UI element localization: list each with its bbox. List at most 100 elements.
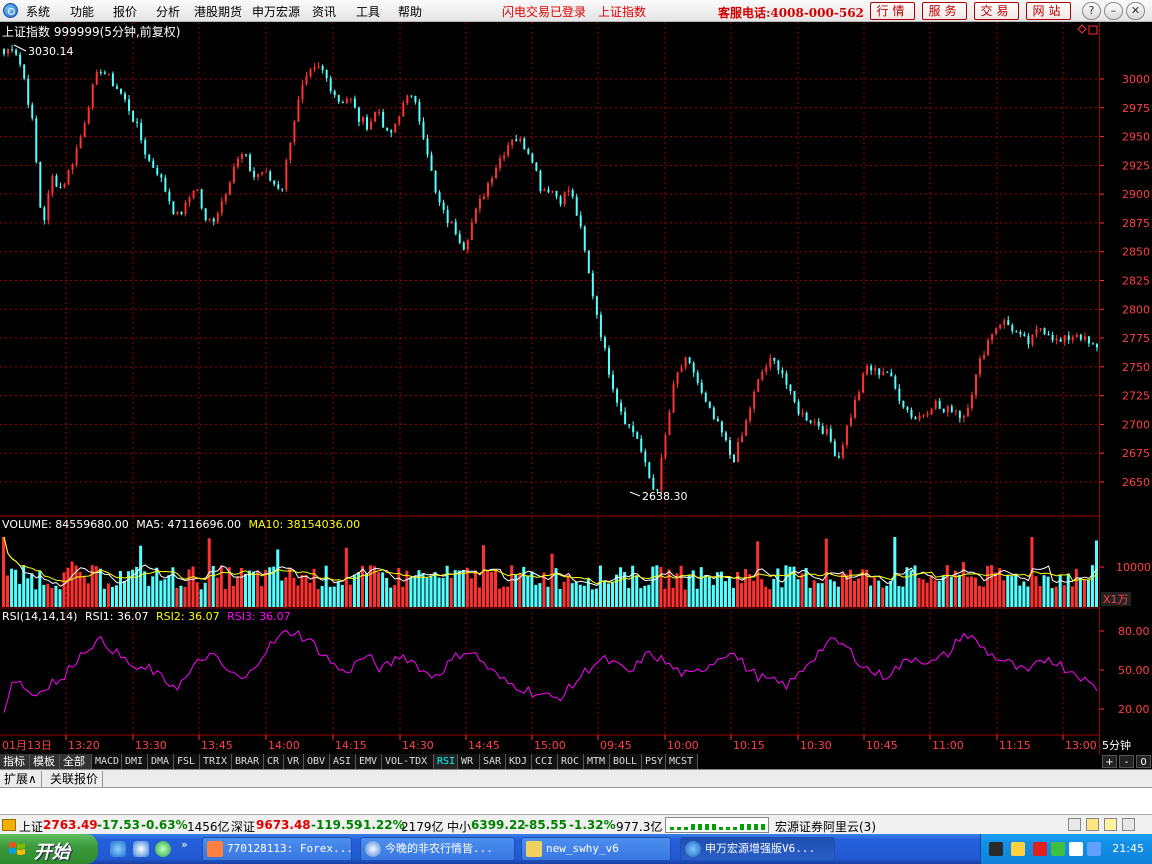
tab-related-quotes[interactable]: 关联报价	[46, 771, 104, 787]
candle-body	[370, 121, 373, 130]
panel-remove-button[interactable]: -	[1119, 755, 1134, 768]
menu-tools[interactable]: 工具	[356, 3, 380, 20]
indicator-tab[interactable]: BOLL	[610, 754, 642, 769]
indicator-tab[interactable]: RSI	[434, 754, 458, 769]
service-button[interactable]: 服务	[922, 2, 967, 20]
message-icon[interactable]	[1068, 818, 1081, 831]
menu-function[interactable]: 功能	[70, 3, 94, 20]
indicator-tab[interactable]: OBV	[304, 754, 330, 769]
volume-bar	[62, 572, 66, 607]
candle-body	[882, 371, 885, 375]
menu-news[interactable]: 资讯	[312, 3, 336, 20]
candle-body	[595, 296, 598, 315]
volume-bar	[292, 577, 296, 607]
indicator-tab[interactable]: VR	[284, 754, 304, 769]
volume-bar	[336, 581, 340, 607]
indicator-tab[interactable]: PSY	[642, 754, 666, 769]
clock[interactable]: 21:45	[1112, 842, 1144, 855]
candle-body	[616, 389, 619, 403]
volume-bar	[1042, 575, 1046, 607]
chrome-icon[interactable]	[155, 841, 171, 857]
time-axis: 01月13日 13:20 13:30 13:45 14:00 14:15 14:30 14:4…	[2, 735, 1097, 752]
indicator-tab[interactable]: 模板	[30, 754, 60, 769]
indicator-tab[interactable]: KDJ	[506, 754, 532, 769]
panel-reset-button[interactable]: 0	[1136, 755, 1151, 768]
tab-extend[interactable]: 扩展∧	[0, 771, 42, 787]
candle-body	[708, 401, 711, 408]
tray-shield-icon[interactable]	[1011, 842, 1025, 856]
candle-body	[249, 154, 252, 171]
start-button[interactable]: 开始	[0, 834, 98, 864]
trade-button[interactable]: 交易	[974, 2, 1019, 20]
indicator-tab[interactable]: SAR	[480, 754, 506, 769]
rsi-line	[3, 629, 1098, 713]
tray-plus-icon[interactable]	[1033, 842, 1047, 856]
indicator-tab[interactable]: WR	[458, 754, 480, 769]
indicator-tab[interactable]: ASI	[330, 754, 356, 769]
index-name-link[interactable]: 上证指数	[598, 3, 646, 20]
close-icon[interactable]: ✕	[1126, 2, 1145, 20]
indicator-tab[interactable]: VOL-TDX	[382, 754, 434, 769]
settings-icon[interactable]	[1122, 818, 1135, 831]
connection-signal-icon[interactable]	[665, 817, 769, 833]
tray-network-icon[interactable]	[1051, 842, 1065, 856]
index-icon[interactable]	[2, 819, 16, 831]
candle-body	[599, 314, 602, 338]
website-button[interactable]: 网站	[1026, 2, 1071, 20]
volume-bar	[352, 575, 356, 607]
indicator-tab[interactable]: MACD	[92, 754, 122, 769]
indicator-tab[interactable]: 全部	[60, 754, 92, 769]
menu-quote[interactable]: 报价	[113, 3, 137, 20]
tray-bluetooth-icon[interactable]	[1087, 842, 1101, 856]
volume-bar	[453, 570, 457, 607]
app-logo-icon[interactable]	[3, 3, 18, 18]
indicator-tab[interactable]: EMV	[356, 754, 382, 769]
candle-body	[337, 95, 340, 103]
browser-icon[interactable]	[133, 841, 149, 857]
task-news[interactable]: 今晚的非农行情皆...	[360, 837, 515, 861]
indicator-tab[interactable]: CR	[264, 754, 284, 769]
quicklaunch-more-icon[interactable]: »	[181, 838, 188, 851]
menu-hk-futures[interactable]: 港股期货	[194, 3, 242, 20]
volume-bar	[598, 565, 602, 607]
indicator-tab[interactable]: DMI	[122, 754, 148, 769]
task-folder[interactable]: new_swhy_v6	[521, 837, 671, 861]
signal-bar	[733, 827, 737, 830]
indicator-tab[interactable]: 指标	[0, 754, 30, 769]
indicator-tab[interactable]: MCST	[666, 754, 698, 769]
indicator-tab[interactable]: DMA	[148, 754, 174, 769]
candle-body	[212, 218, 215, 222]
server-name[interactable]: 宏源证券阿里云(3)	[775, 818, 876, 835]
candle-body	[208, 218, 211, 221]
indicator-tab[interactable]: FSL	[174, 754, 200, 769]
panel-add-button[interactable]: +	[1102, 755, 1117, 768]
minimize-icon[interactable]: –	[1104, 2, 1123, 20]
menu-system[interactable]: 系统	[26, 3, 50, 20]
candle-body	[511, 139, 514, 146]
task-swhy[interactable]: 申万宏源增强版V6...	[680, 837, 835, 861]
indicator-tab[interactable]: BRAR	[232, 754, 264, 769]
indicator-tab[interactable]: TRIX	[200, 754, 232, 769]
notice-icon[interactable]	[1104, 818, 1117, 831]
candle-body	[1055, 339, 1058, 341]
indicator-tab[interactable]: MTM	[584, 754, 610, 769]
tray-app-icon[interactable]	[989, 842, 1003, 856]
restore-icons[interactable]	[1077, 24, 1098, 35]
candle-body	[741, 435, 744, 443]
task-forex[interactable]: 770128113: Forex...	[202, 837, 352, 861]
indicator-tab[interactable]: ROC	[558, 754, 584, 769]
flash-login-status[interactable]: 闪电交易已登录	[502, 3, 586, 20]
period-label[interactable]: 5分钟	[1102, 737, 1131, 753]
menu-help[interactable]: 帮助	[398, 3, 422, 20]
ie-icon[interactable]	[110, 841, 126, 857]
bell-icon[interactable]	[1086, 818, 1099, 831]
chart-area[interactable]: 上证指数 999999(5分钟,前复权) 3030.14 2638.30 265…	[0, 22, 1152, 754]
indicator-tab[interactable]: CCI	[532, 754, 558, 769]
quote-button[interactable]: 行情	[870, 2, 915, 20]
candle-body	[240, 154, 243, 159]
menu-analysis[interactable]: 分析	[156, 3, 180, 20]
help-icon[interactable]: ?	[1082, 2, 1101, 20]
menu-swhy[interactable]: 申万宏源	[252, 3, 300, 20]
candle-body	[507, 145, 510, 156]
tray-volume-icon[interactable]	[1069, 842, 1083, 856]
